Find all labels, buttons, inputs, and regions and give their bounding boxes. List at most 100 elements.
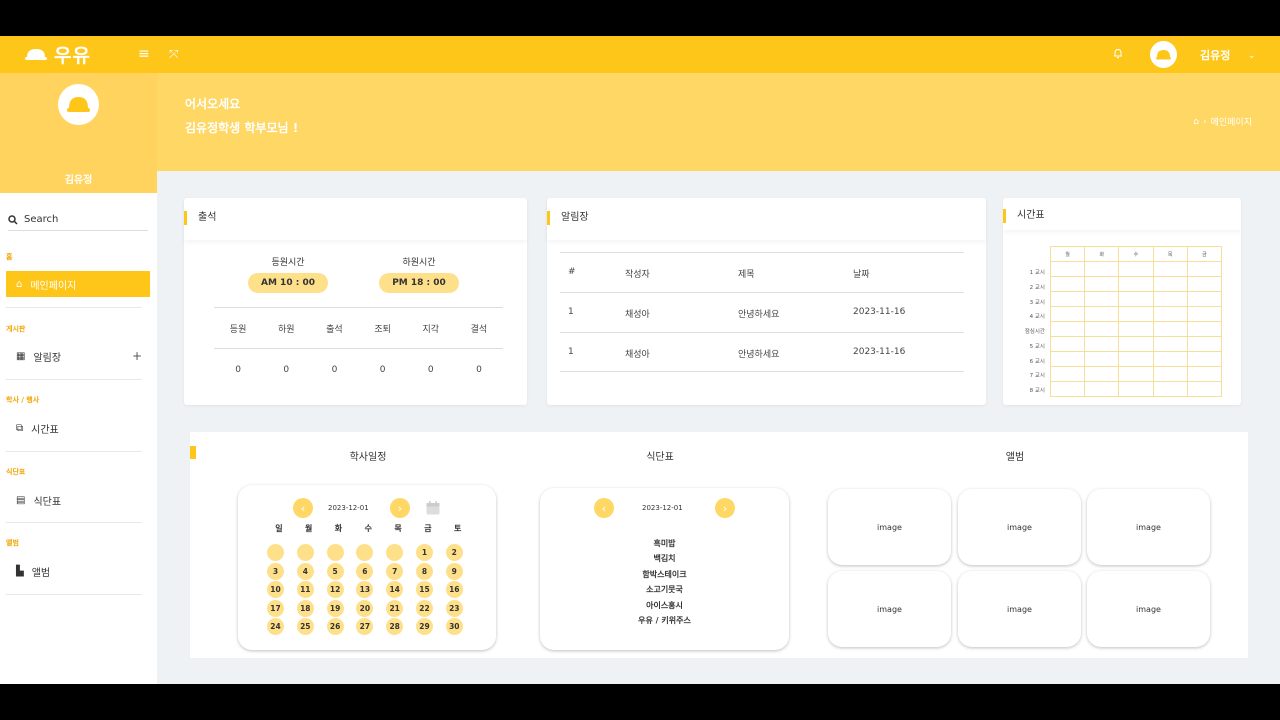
prev-day-button[interactable]: ‹ xyxy=(594,498,614,518)
sidebar-item-meal[interactable]: ▤ 식단표 xyxy=(6,487,150,513)
calendar-day[interactable]: 6 xyxy=(356,562,374,580)
album-image[interactable]: image xyxy=(1087,571,1210,647)
welcome-subtitle: 김유정학생 학부모님 ! xyxy=(185,121,299,135)
sidebar-item-label: 시간표 xyxy=(31,424,59,436)
album-image[interactable]: image xyxy=(828,489,951,565)
calendar-day[interactable]: 19 xyxy=(326,599,344,617)
brand-logo[interactable]: 우유 xyxy=(24,42,91,67)
timetable-row xyxy=(1049,276,1223,292)
timetable-card: 시간표 월 화 수 목 금 1 교시 2 교시 3 교시 4 교시 점심시간 5… xyxy=(1003,198,1241,405)
plus-icon[interactable]: + xyxy=(132,349,142,363)
period-label: 점심시간 xyxy=(1024,329,1045,335)
album-image[interactable]: image xyxy=(828,571,951,647)
calendar-day[interactable]: 18 xyxy=(296,599,314,617)
calendar-day[interactable]: 20 xyxy=(356,599,374,617)
calendar-day[interactable]: 7 xyxy=(386,562,404,580)
day-header: 목 xyxy=(1152,246,1188,262)
calendar-day[interactable]: 1 xyxy=(415,544,433,561)
calendar-day-empty xyxy=(326,544,344,561)
calendar-day[interactable]: 23 xyxy=(445,599,463,617)
table-cell[interactable]: 안녕하세요 xyxy=(738,307,779,320)
table-cell: 1 xyxy=(568,307,574,317)
grid-icon: ▦ xyxy=(16,350,26,362)
table-row[interactable]: 1 채성아 안녕하세요 2023-11-16 xyxy=(560,292,964,332)
search-icon xyxy=(8,214,18,225)
column-header: 작성자 xyxy=(625,270,650,280)
user-name[interactable]: 김유정 xyxy=(1200,47,1230,63)
sidebar: 김유정 Search 홈 ⌂ 메인페이지 게시판 ▦ 알림장 + 학사 / 행사… xyxy=(0,73,157,684)
sidebar-item-timetable[interactable]: ⧉ 시간표 xyxy=(6,415,150,441)
calendar-day[interactable]: 16 xyxy=(445,581,463,599)
calendar-day[interactable]: 26 xyxy=(326,618,344,636)
card-title: 시간표 xyxy=(1003,209,1045,223)
app: 우유 ≡ ⤧ 김유정 ⌄ 김유정 Search 홈 ⌂ 메인페이지 게시판 ▦ … xyxy=(0,36,1280,684)
calendar-day[interactable]: 5 xyxy=(326,562,344,580)
chevron-down-icon[interactable]: ⌄ xyxy=(1248,49,1256,63)
sidebar-item-notice[interactable]: ▦ 알림장 + xyxy=(6,343,150,369)
brand-name: 우유 xyxy=(54,44,91,67)
card-title: 출석 xyxy=(184,211,216,225)
calendar-day[interactable]: 13 xyxy=(356,581,374,599)
album-image[interactable]: image xyxy=(958,571,1081,647)
column-header: 결석 xyxy=(470,324,488,335)
search-field[interactable]: Search xyxy=(8,209,148,231)
next-day-button[interactable]: › xyxy=(715,498,735,518)
weekday-label: 수 xyxy=(364,524,372,533)
leave-time-label: 하원시간 xyxy=(402,258,436,268)
calendar-day[interactable]: 24 xyxy=(267,618,284,636)
fullscreen-icon[interactable]: ⤧ xyxy=(169,47,179,61)
table-cell[interactable]: 안녕하세요 xyxy=(738,347,779,360)
period-label: 2 교시 xyxy=(1029,284,1045,291)
calendar-day[interactable]: 8 xyxy=(415,562,433,580)
calendar-day[interactable]: 10 xyxy=(267,581,284,599)
calendar-day[interactable]: 29 xyxy=(415,618,433,636)
sidebar-item-label: 알림장 xyxy=(33,352,62,364)
prev-month-button[interactable]: ‹ xyxy=(293,498,313,518)
calendar-day[interactable]: 28 xyxy=(386,618,404,636)
calendar-day[interactable]: 12 xyxy=(326,581,344,599)
table-row[interactable]: 1 채성아 안녕하세요 2023-11-16 xyxy=(560,332,964,372)
divider xyxy=(6,307,142,308)
menu-toggle-icon[interactable]: ≡ xyxy=(138,47,150,61)
user-avatar[interactable] xyxy=(1150,41,1177,68)
table-header-row: # 작성자 제목 날짜 xyxy=(560,252,964,292)
attendance-table: 등원 하원 출석 조퇴 지각 결석 0 0 0 0 0 0 xyxy=(214,307,503,391)
bell-icon[interactable] xyxy=(1113,48,1123,63)
section-label-events: 학사 / 행사 xyxy=(6,396,40,404)
calendar-day[interactable]: 3 xyxy=(267,562,284,580)
period-label: 4 교시 xyxy=(1029,314,1045,321)
calendar-day-empty xyxy=(356,544,374,561)
calendar-day[interactable]: 27 xyxy=(356,618,374,636)
calendar-day[interactable]: 9 xyxy=(445,562,463,580)
meal-list: 흑미밥 백김치 함박스테이크 소고기뭇국 아이스홍시 우유 / 키위주스 xyxy=(540,536,789,628)
sidebar-item-album[interactable]: ▙ 앨범 xyxy=(6,558,150,584)
timetable-row xyxy=(1049,291,1223,307)
calendar-day[interactable]: 22 xyxy=(415,599,433,617)
calendar-day[interactable]: 2 xyxy=(445,544,463,561)
calendar-day[interactable]: 11 xyxy=(296,581,314,599)
calendar-day[interactable]: 25 xyxy=(296,618,314,636)
calendar-day[interactable]: 21 xyxy=(386,599,404,617)
table-cell: 0 xyxy=(283,365,290,375)
calendar-day[interactable]: 4 xyxy=(296,562,314,580)
sidebar-item-label: 앨범 xyxy=(31,567,51,579)
calendar-day[interactable]: 30 xyxy=(445,618,463,636)
calendar-icon[interactable] xyxy=(425,500,441,520)
table-row: 0 0 0 0 0 0 xyxy=(214,349,503,391)
card-header xyxy=(184,198,527,240)
breadcrumb: ⌂ › 메인페이지 xyxy=(1193,115,1252,129)
leave-time-badge: PM 18 : 00 xyxy=(379,273,459,293)
column-header: 지각 xyxy=(422,324,440,335)
timetable-grid: 월 화 수 목 금 xyxy=(1049,246,1223,397)
next-month-button[interactable]: › xyxy=(390,498,410,518)
topbar: 우유 ≡ ⤧ 김유정 ⌄ xyxy=(0,36,1280,73)
sidebar-item-main[interactable]: ⌂ 메인페이지 xyxy=(6,271,150,297)
album-image[interactable]: image xyxy=(1087,489,1210,565)
home-icon[interactable]: ⌂ xyxy=(1193,117,1199,127)
weekday-header: 일월화수목금토 xyxy=(264,523,473,534)
calendar-day[interactable]: 14 xyxy=(386,581,404,599)
album-image[interactable]: image xyxy=(958,489,1081,565)
calendar-day[interactable]: 15 xyxy=(415,581,433,599)
timetable-header-row: 월 화 수 목 금 xyxy=(1049,246,1223,262)
calendar-day[interactable]: 17 xyxy=(267,599,284,617)
